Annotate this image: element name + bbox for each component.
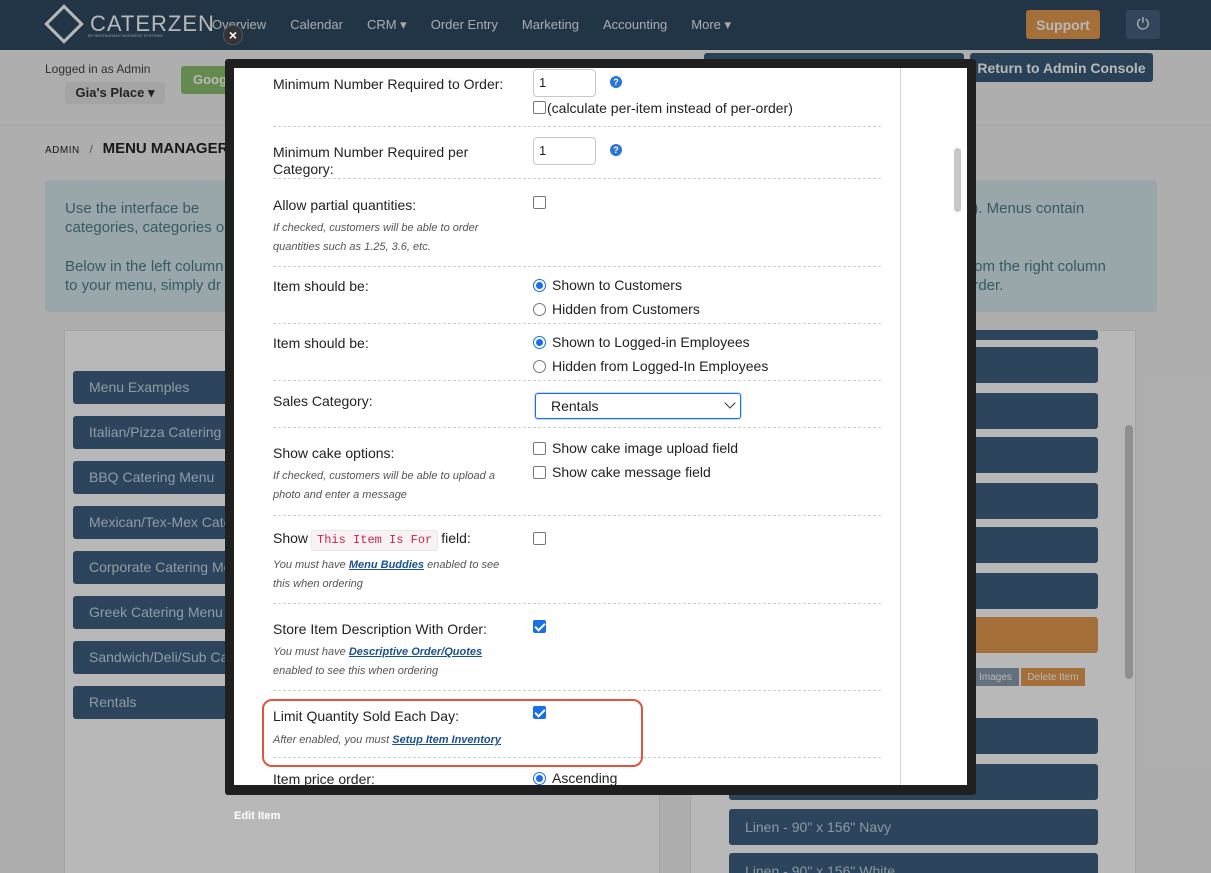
shown-to-employees-radio[interactable] xyxy=(533,336,546,349)
item-for-row: Show This Item Is For field: You must have… xyxy=(273,516,881,604)
hidden-from-employees-label: Hidden from Logged-In Employees xyxy=(552,358,769,374)
modal-scrollbar[interactable] xyxy=(954,148,961,212)
chevron-down-icon xyxy=(724,397,736,409)
cake-image-checkbox[interactable] xyxy=(533,442,546,455)
ascending-radio[interactable] xyxy=(533,772,546,785)
min-category-input[interactable]: 1 xyxy=(533,137,596,165)
per-item-checkbox[interactable] xyxy=(533,101,546,114)
employee-visibility-row: Item should be: Shown to Logged-in Emplo… xyxy=(273,324,881,381)
min-category-row: Minimum Number Required per Category: 1 … xyxy=(273,127,881,179)
store-description-row: Store Item Description With Order: You m… xyxy=(273,604,881,691)
partial-quantities-row: Allow partial quantities: If checked, cu… xyxy=(273,179,881,267)
sales-category-label: Sales Category: xyxy=(273,393,373,409)
menu-buddies-link[interactable]: Menu Buddies xyxy=(349,559,424,571)
shown-to-customers-radio[interactable] xyxy=(533,279,546,292)
cake-options-row: Show cake options: If checked, customers… xyxy=(273,428,881,516)
cake-message-label: Show cake message field xyxy=(552,464,711,480)
ascending-label: Ascending xyxy=(552,770,618,785)
store-description-checkbox[interactable] xyxy=(533,620,546,633)
partial-quantities-checkbox[interactable] xyxy=(533,196,546,209)
min-order-label: Minimum Number Required to Order: xyxy=(273,76,504,92)
cake-options-label: Show cake options: xyxy=(273,445,395,461)
partial-quantities-label: Allow partial quantities: xyxy=(273,197,417,213)
hidden-from-employees-radio[interactable] xyxy=(533,360,546,373)
item-for-help: You must have Menu Buddies enabled to se… xyxy=(273,559,500,590)
shown-to-customers-label: Shown to Customers xyxy=(552,277,682,293)
customer-visibility-row: Item should be: Shown to Customers Hidde… xyxy=(273,267,881,324)
item-for-code: This Item Is For xyxy=(311,530,439,551)
min-category-label: Minimum Number Required per Category: xyxy=(273,144,469,177)
sales-category-select[interactable]: Rentals xyxy=(535,393,741,419)
cake-options-help: If checked, customers will be able to up… xyxy=(273,470,495,501)
cake-image-label: Show cake image upload field xyxy=(552,440,739,456)
min-order-input[interactable]: 1 xyxy=(533,69,596,97)
highlight-annotation xyxy=(262,699,643,767)
shown-to-employees-label: Shown to Logged-in Employees xyxy=(552,334,750,350)
hidden-from-customers-label: Hidden from Customers xyxy=(552,301,700,317)
close-icon[interactable]: × xyxy=(223,25,243,45)
customer-visibility-label: Item should be: xyxy=(273,278,369,294)
sales-category-row: Sales Category: Rentals xyxy=(273,381,881,428)
store-description-label: Store Item Description With Order: xyxy=(273,621,487,637)
item-for-label: Show This Item Is For field: xyxy=(273,530,471,551)
min-order-row: Minimum Number Required to Order: 1 ? (c… xyxy=(273,68,881,127)
modal-content: Minimum Number Required to Order: 1 ? (c… xyxy=(234,68,967,785)
sales-category-value: Rentals xyxy=(551,398,599,414)
store-description-help: You must have Descriptive Order/Quotes e… xyxy=(273,646,483,677)
modal-caption: Edit Item xyxy=(234,810,281,822)
item-for-checkbox[interactable] xyxy=(533,532,546,545)
per-item-label: (calculate per-item instead of per-order… xyxy=(547,100,793,116)
edit-item-modal: Minimum Number Required to Order: 1 ? (c… xyxy=(225,59,976,795)
partial-quantities-help: If checked, customers will be able to or… xyxy=(273,222,479,253)
cake-message-checkbox[interactable] xyxy=(533,466,546,479)
form-divider xyxy=(900,68,901,785)
hidden-from-customers-radio[interactable] xyxy=(533,303,546,316)
price-order-label: Item price order: xyxy=(273,771,375,785)
help-icon[interactable]: ? xyxy=(610,76,622,88)
help-icon[interactable]: ? xyxy=(610,144,622,156)
descriptive-order-link[interactable]: Descriptive Order/Quotes xyxy=(349,646,482,658)
employee-visibility-label: Item should be: xyxy=(273,335,369,351)
